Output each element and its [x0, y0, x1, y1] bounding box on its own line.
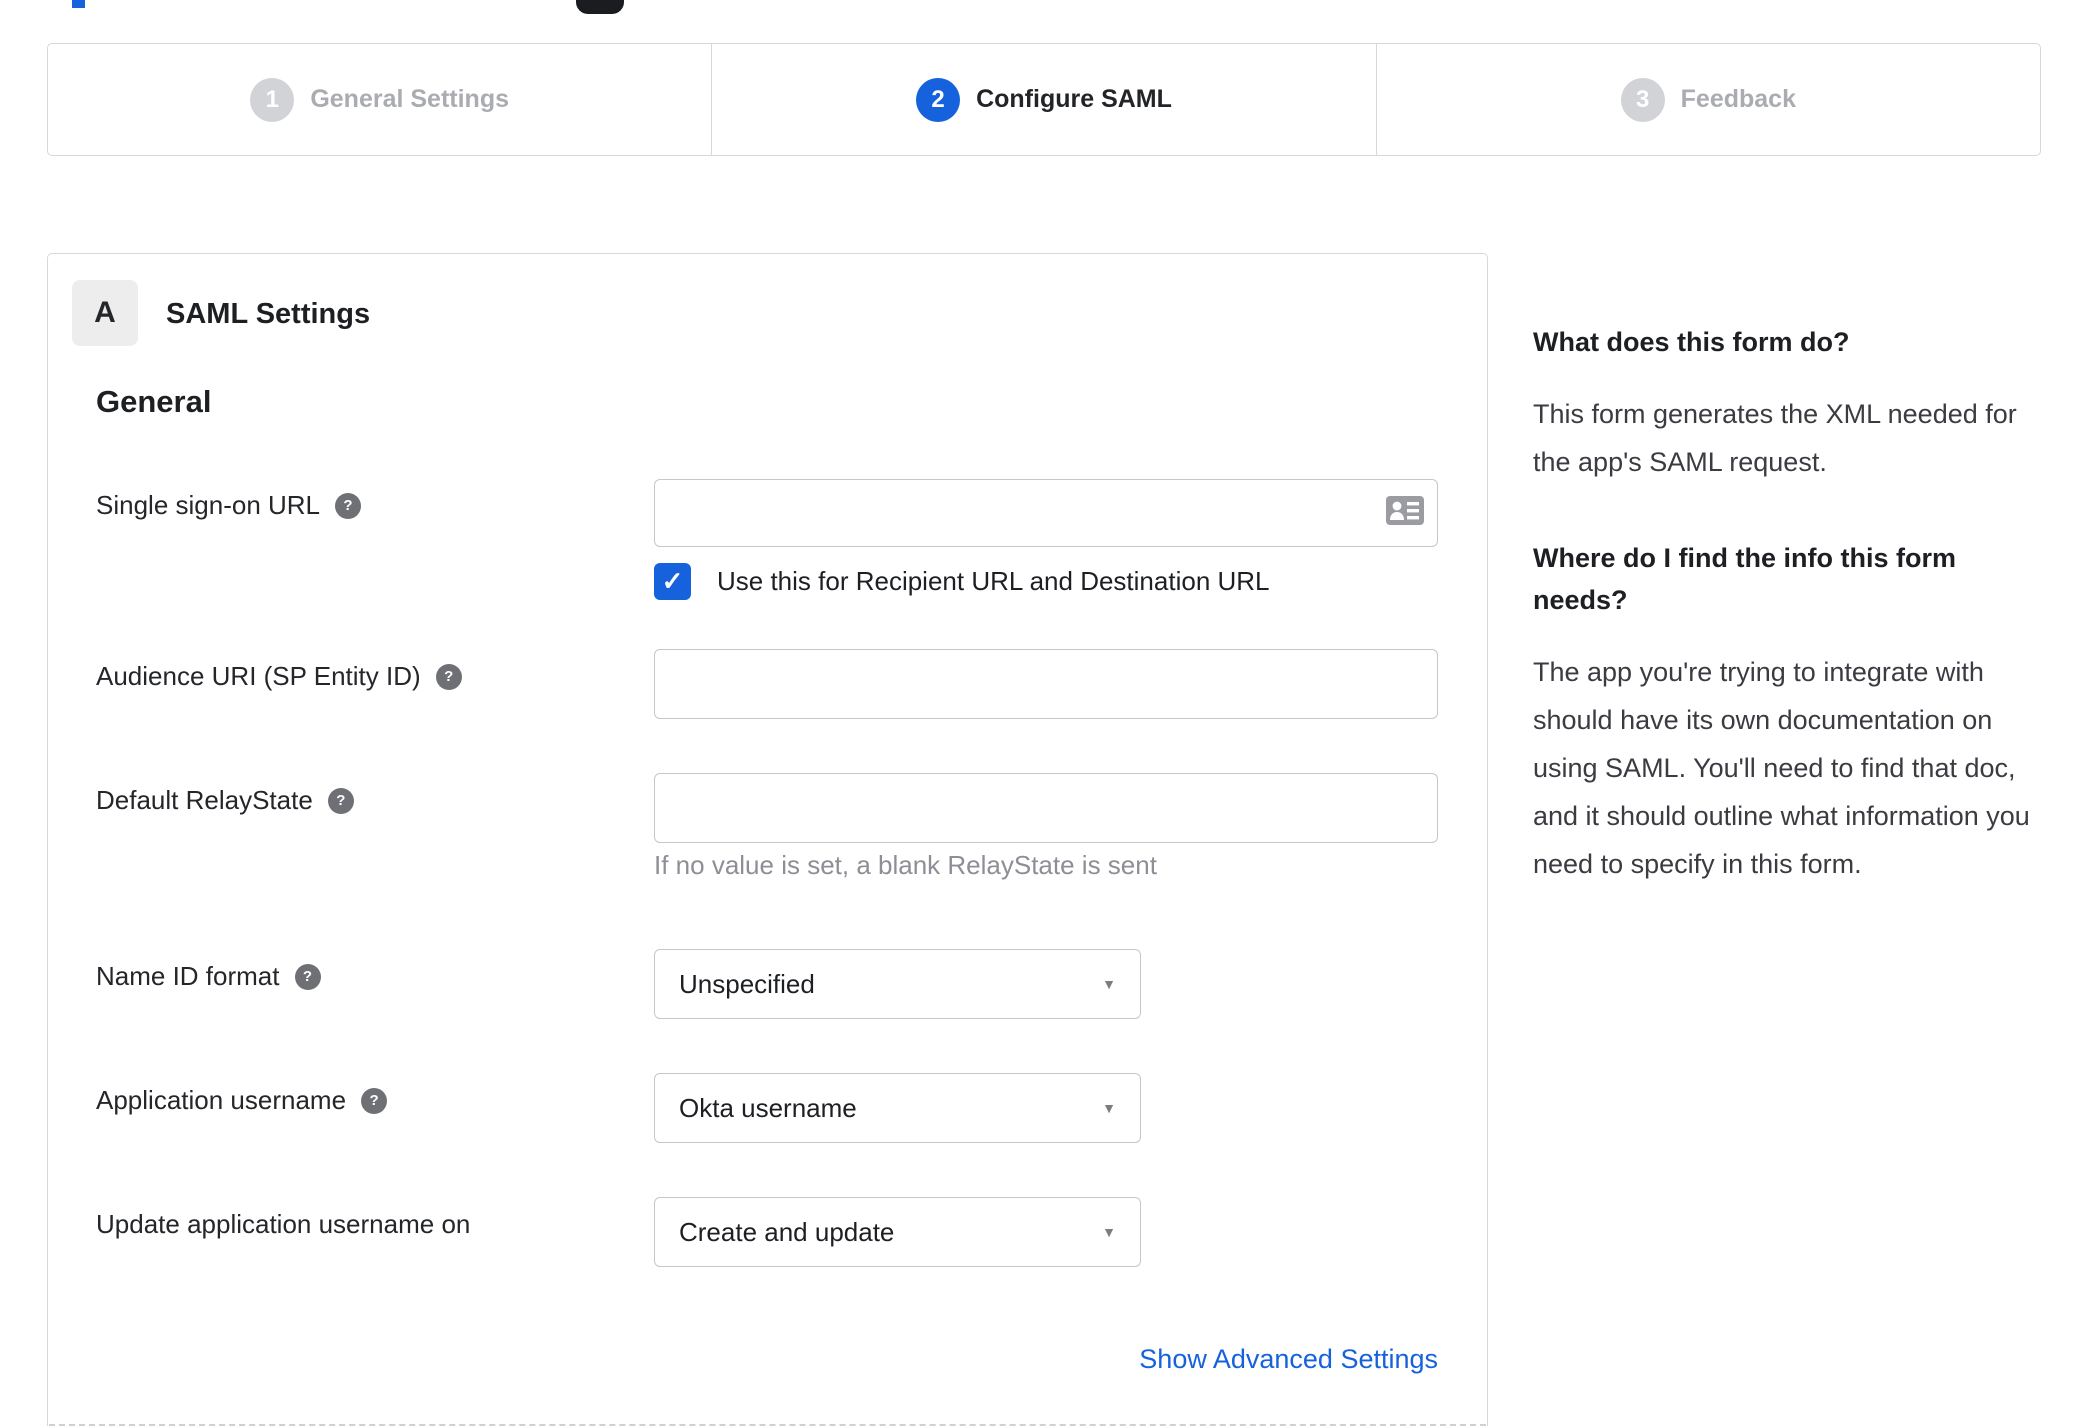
- step-2-label: Configure SAML: [976, 85, 1172, 113]
- checkmark-icon: ✓: [661, 566, 684, 596]
- audience-uri-label: Audience URI (SP Entity ID) ?: [96, 661, 462, 692]
- step-2-circle: 2: [916, 77, 961, 122]
- chevron-down-icon: ▼: [1102, 1224, 1116, 1240]
- relay-state-label: Default RelayState ?: [96, 785, 354, 816]
- help-icon[interactable]: ?: [335, 492, 362, 519]
- page-title-text-remnant: [576, 0, 624, 14]
- step-1-circle: 1: [250, 77, 295, 122]
- update-username-value: Create and update: [679, 1216, 895, 1247]
- help-body-1: This form generates the XML needed for t…: [1533, 398, 2017, 477]
- help-icon[interactable]: ?: [327, 787, 354, 814]
- step-1-label: General Settings: [310, 85, 509, 113]
- help-body-2: The app you're trying to integrate with …: [1533, 656, 2030, 879]
- wizard-step-bar: 1 General Settings 2 Configure SAML 3 Fe…: [47, 43, 2041, 156]
- app-username-label-text: Application username: [96, 1085, 347, 1115]
- recipient-url-checkbox-label: Use this for Recipient URL and Destinati…: [717, 566, 1270, 596]
- name-id-format-value: Unspecified: [679, 968, 815, 999]
- chevron-down-icon: ▼: [1102, 1100, 1116, 1116]
- sso-url-label-text: Single sign-on URL: [96, 490, 321, 520]
- saml-settings-panel: A SAML Settings General Single sign-on U…: [47, 253, 1488, 1426]
- update-username-label: Update application username on: [96, 1209, 470, 1240]
- step-3-label: Feedback: [1680, 85, 1796, 113]
- help-sidebar: What does this form do? This form genera…: [1533, 322, 2038, 940]
- help-icon[interactable]: ?: [294, 963, 321, 990]
- help-icon[interactable]: ?: [435, 663, 462, 690]
- help-title-1: What does this form do?: [1533, 327, 1850, 357]
- update-username-label-text: Update application username on: [96, 1209, 471, 1239]
- help-title-2: Where do I find the info this form needs…: [1533, 542, 1956, 615]
- sso-url-label: Single sign-on URL ?: [96, 490, 362, 521]
- relay-state-label-text: Default RelayState: [96, 785, 313, 815]
- section-a-badge: A: [72, 280, 138, 346]
- recipient-url-checkbox-row: ✓ Use this for Recipient URL and Destina…: [654, 563, 1270, 600]
- section-title: SAML Settings: [166, 298, 371, 330]
- audience-uri-label-text: Audience URI (SP Entity ID): [96, 661, 421, 691]
- update-username-select[interactable]: Create and update ▼: [654, 1197, 1141, 1267]
- help-icon[interactable]: ?: [361, 1087, 388, 1114]
- app-username-select[interactable]: Okta username ▼: [654, 1073, 1141, 1143]
- step-configure-saml[interactable]: 2 Configure SAML: [711, 44, 1375, 155]
- general-group-title: General: [96, 384, 212, 419]
- app-username-value: Okta username: [679, 1092, 857, 1123]
- sso-url-input[interactable]: [654, 479, 1438, 547]
- audience-uri-input[interactable]: [654, 649, 1438, 719]
- name-id-format-label-text: Name ID format: [96, 961, 280, 991]
- step-3-circle: 3: [1620, 77, 1665, 122]
- relay-state-input[interactable]: [654, 773, 1438, 843]
- chevron-down-icon: ▼: [1102, 976, 1116, 992]
- contact-card-icon: [1386, 496, 1424, 530]
- page-title-logo-remnant: [72, 0, 85, 8]
- recipient-url-checkbox[interactable]: ✓: [654, 563, 691, 600]
- sso-url-input-wrap: [654, 479, 1438, 547]
- relay-state-hint: If no value is set, a blank RelayState i…: [654, 850, 1157, 880]
- name-id-format-label: Name ID format ?: [96, 961, 321, 992]
- step-feedback[interactable]: 3 Feedback: [1375, 44, 2040, 155]
- show-advanced-settings-link[interactable]: Show Advanced Settings: [1139, 1344, 1438, 1375]
- step-general-settings[interactable]: 1 General Settings: [48, 44, 711, 155]
- app-username-label: Application username ?: [96, 1085, 388, 1116]
- name-id-format-select[interactable]: Unspecified ▼: [654, 949, 1141, 1019]
